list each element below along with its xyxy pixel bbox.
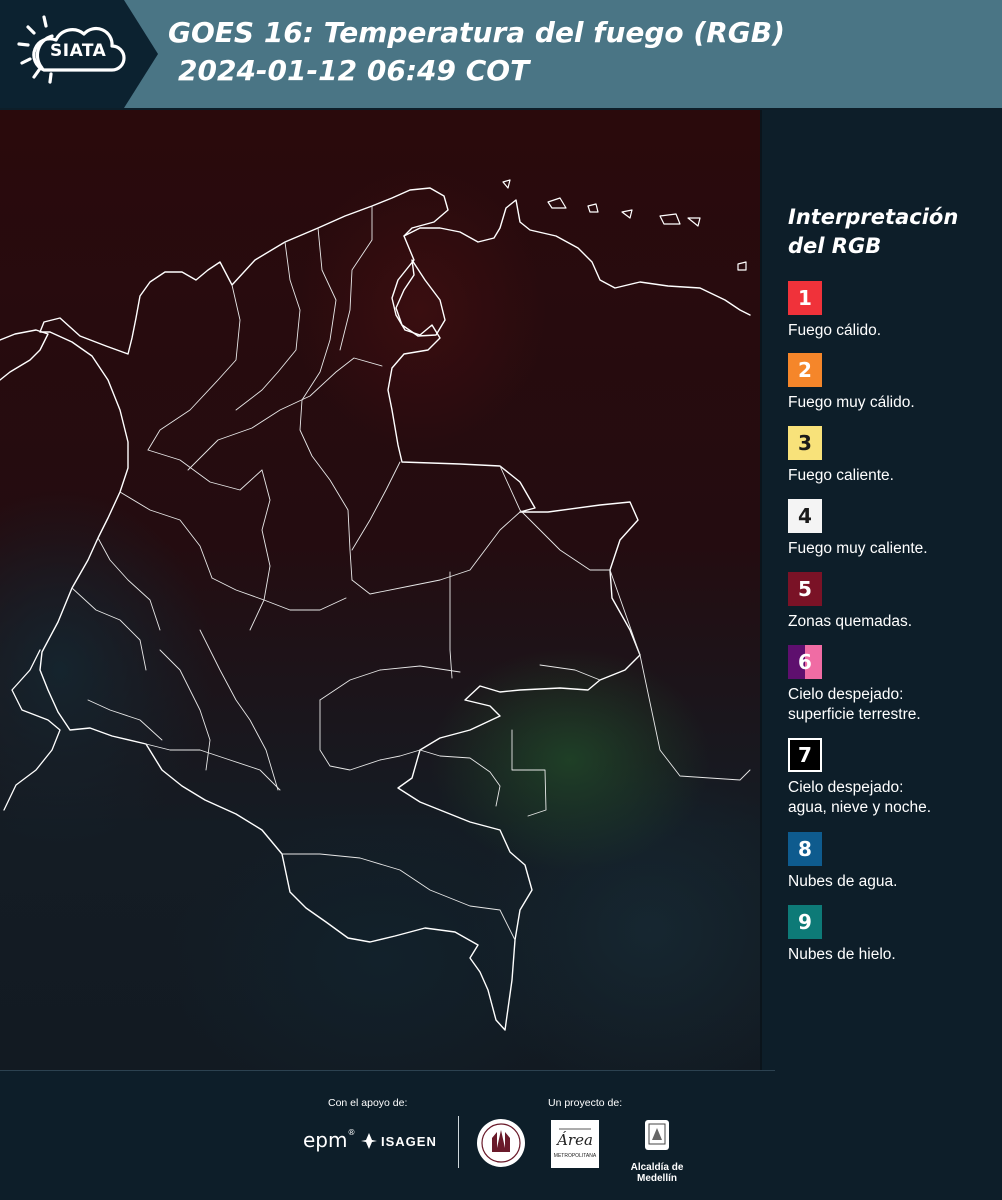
legend-swatch: 7 [788,738,822,772]
legend-item-7: 7 Cielo despejado: agua, nieve y noche. [788,738,931,818]
footer-divider-line [0,1070,775,1071]
legend-item-1: 1 Fuego cálido. [788,281,881,341]
legend-swatch: 1 [788,281,822,315]
legend-label: Nubes de hielo. [788,946,896,963]
legend-title: Interpretación del RGB [788,205,959,258]
legend-swatch: 6 [788,645,822,679]
legend-label: Fuego muy caliente. [788,540,928,557]
legend-label: Cielo despejado: [788,686,904,703]
epm-logo[interactable]: epm® [303,1128,355,1152]
legend-label: Fuego caliente. [788,467,894,484]
legend-panel: Interpretación del RGB 1 Fuego cálido. 2… [788,203,988,963]
seal-icon[interactable] [476,1118,526,1168]
area-logo-mark: Área METROPOLITANA [554,1128,597,1159]
isagen-logo[interactable]: ISAGEN [360,1132,437,1150]
legend-item-8: 8 Nubes de agua. [788,832,897,892]
department-borders [71,205,751,941]
maracaibo-lake [395,259,446,337]
svg-text:METROPOLITANA: METROPOLITANA [554,1153,597,1159]
map-separator [760,110,762,1070]
legend-label: Fuego muy cálido. [788,394,915,411]
legend-swatch: 4 [788,499,822,533]
caribbean-islands [502,179,747,271]
svg-text:Área: Área [555,1131,593,1149]
support-label: Con el apoyo de: [328,1097,408,1109]
area-metropolitana-logo[interactable]: Área METROPOLITANA [551,1120,599,1168]
title-block: GOES 16: Temperatura del fuego (RGB) 202… [168,14,785,90]
venezuela-coast [403,199,751,316]
pacific-coast [3,649,61,811]
legend-swatch: 2 [788,353,822,387]
isagen-icon [361,1133,377,1149]
coat-of-arms-icon [645,1120,669,1150]
footer-vertical-divider [458,1116,459,1168]
legend-label-line2: agua, nieve y noche. [788,799,932,816]
legend-label: Cielo despejado: [788,779,904,796]
legend-swatch: 8 [788,832,822,866]
legend-item-9: 9 Nubes de hielo. [788,905,896,965]
legend-item-3: 3 Fuego caliente. [788,426,894,486]
page-title: GOES 16: Temperatura del fuego (RGB) [168,16,785,49]
header-bar: SIATA GOES 16: Temperatura del fuego (RG… [0,0,1002,108]
alcaldia-logo[interactable]: Alcaldía de Medellín [612,1118,702,1184]
project-label: Un proyecto de: [548,1097,623,1109]
boundary-lines [0,179,751,1031]
legend-item-2: 2 Fuego muy cálido. [788,353,915,413]
legend-item-4: 4 Fuego muy caliente. [788,499,928,559]
legend-swatch: 5 [788,572,822,606]
legend-label-line2: superficie terrestre. [788,706,921,723]
colombia-outline [39,187,641,1031]
siata-logo: SIATA [0,0,158,108]
legend-label: Nubes de agua. [788,873,898,890]
legend-item-6: 6 Cielo despejado: superficie terrestre. [788,645,921,725]
legend-label: Fuego cálido. [788,322,882,339]
legend-item-5: 5 Zonas quemadas. [788,572,912,632]
legend-swatch: 9 [788,905,822,939]
logo-text: SIATA [50,41,107,61]
panama-coast [0,329,49,381]
legend-swatch: 3 [788,426,822,460]
alcaldia-label: Alcaldía de Medellín [630,1162,684,1184]
satellite-map[interactable] [0,110,760,1070]
legend-label: Zonas quemadas. [788,613,913,630]
page-timestamp: 2024-01-12 06:49 COT [178,54,530,87]
